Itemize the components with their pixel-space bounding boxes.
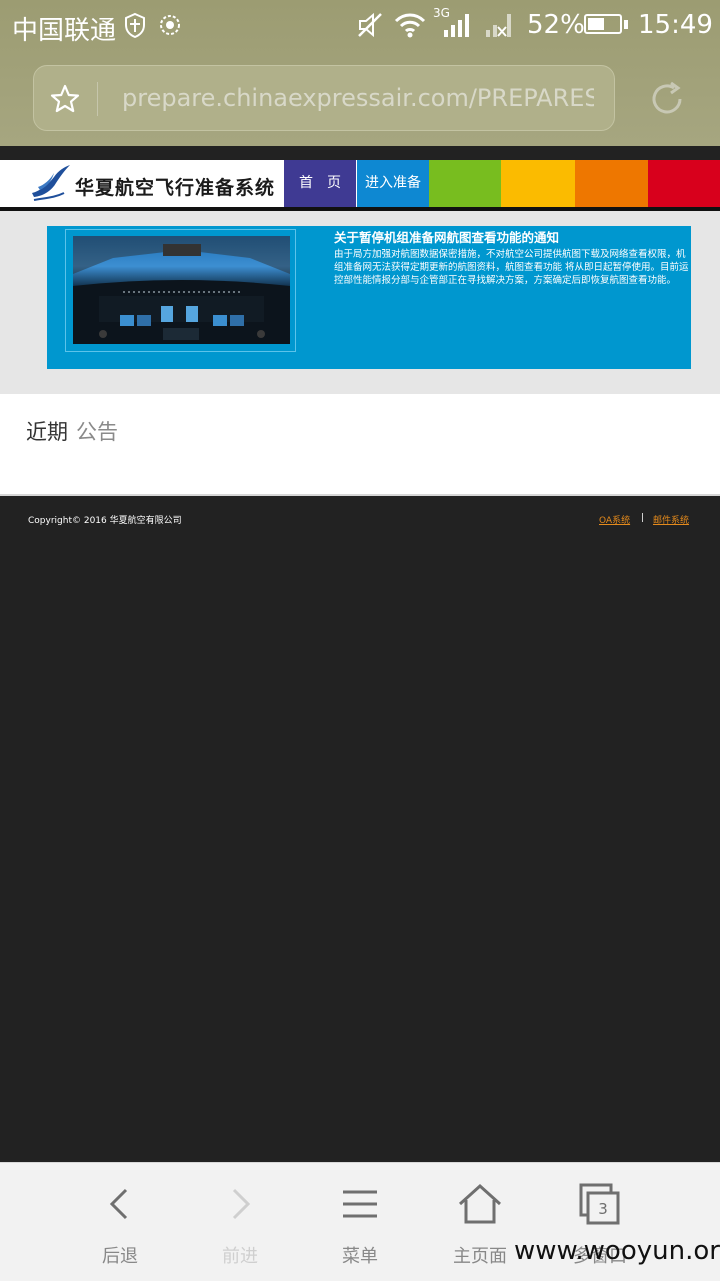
signal-off-icon: [486, 14, 511, 37]
cockpit-illustration: [73, 236, 290, 344]
footer-separator: |: [641, 513, 645, 523]
nav-home[interactable]: 首 页: [284, 160, 356, 208]
forward-icon: [232, 1188, 251, 1220]
nav-color-tile-5[interactable]: [648, 160, 720, 208]
back-label: 后退: [102, 1246, 138, 1267]
battery-icon: [584, 14, 622, 34]
app-notification-icon: [160, 15, 180, 35]
news-body: 由于局方加强对航图数据保密措施，不对航空公司提供航图下载及网络查看权限，机组准备…: [334, 249, 689, 286]
reload-icon[interactable]: [647, 79, 687, 119]
star-icon[interactable]: [49, 83, 81, 115]
battery-percent: 52%: [527, 10, 585, 40]
menu-button[interactable]: 菜单: [300, 1180, 420, 1268]
tab-count: 3: [598, 1200, 608, 1218]
menu-icon: [343, 1190, 377, 1218]
mute-icon: [358, 12, 382, 38]
forward-label: 前进: [222, 1246, 258, 1267]
carrier-name: 中国联通: [12, 16, 117, 46]
forward-button[interactable]: 前进: [180, 1180, 300, 1268]
menu-label: 菜单: [342, 1246, 378, 1267]
watermark: www.wooyun.org: [514, 1236, 720, 1266]
back-icon: [109, 1188, 128, 1220]
oa-system-link[interactable]: OA系统: [599, 513, 630, 526]
shield-icon: [125, 12, 145, 38]
mail-system-link[interactable]: 邮件系统: [653, 513, 689, 526]
home-icon: [458, 1183, 502, 1224]
back-button[interactable]: 后退: [60, 1180, 180, 1268]
tabs-icon: 3: [579, 1183, 620, 1225]
copyright: Copyright© 2016 华夏航空有限公司: [28, 516, 182, 526]
news-title[interactable]: 关于暂停机组准备网航图查看功能的通知: [334, 227, 690, 246]
cockpit-photo[interactable]: [73, 236, 290, 344]
url-text[interactable]: prepare.chinaexpressair.com/PREPARES: [122, 84, 594, 118]
announcement-heading-notice: 公告: [76, 420, 118, 444]
clock: 15:49: [638, 10, 713, 40]
announcement-heading-recent: 近期: [26, 420, 68, 444]
nav-color-tile-3[interactable]: [501, 160, 575, 208]
bird-logo-icon[interactable]: [30, 163, 72, 203]
status-bar: 中国联通 3G 52% 15:49: [0, 0, 720, 52]
nav-enter-prepare[interactable]: 进入准备: [357, 160, 429, 208]
page-top-border: [0, 146, 720, 160]
nav-color-tile-2[interactable]: [429, 160, 501, 208]
battery-tip: [624, 20, 628, 29]
site-logo-text[interactable]: 华夏航空飞行准备系统: [75, 173, 275, 200]
url-divider: [97, 82, 98, 116]
wifi-icon: [394, 13, 426, 38]
nav-color-tile-4[interactable]: [575, 160, 648, 208]
signal-icon: [444, 14, 469, 37]
